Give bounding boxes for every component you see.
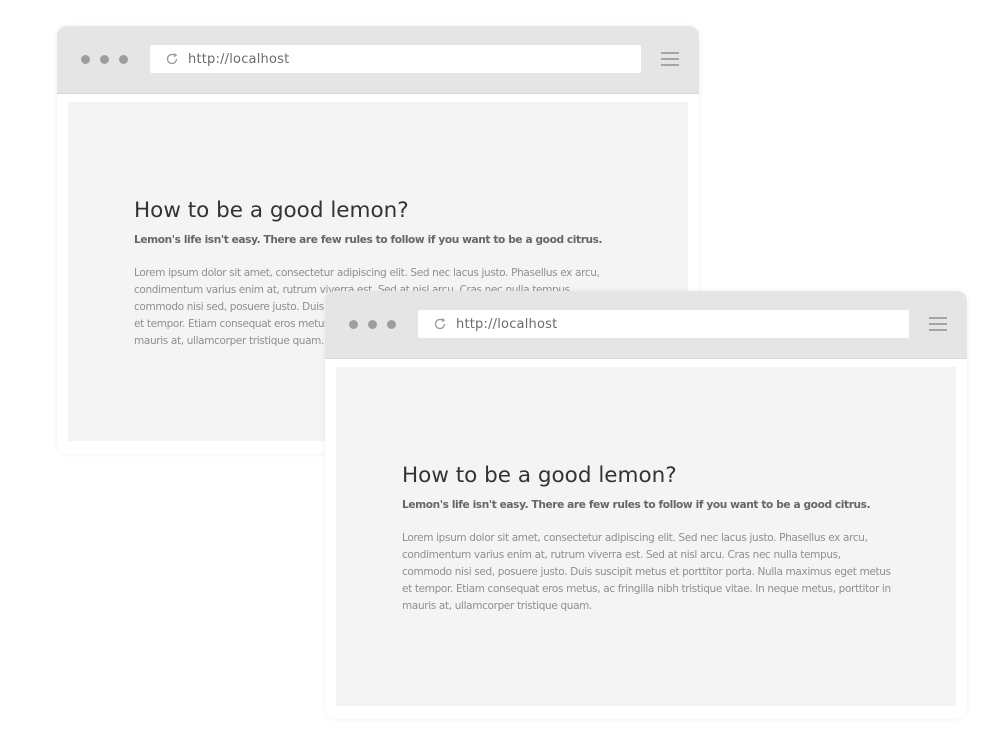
window-dot-icon[interactable] bbox=[81, 55, 90, 64]
browser-titlebar: http://localhost bbox=[325, 291, 967, 359]
article-subtitle: Lemon's life isn't easy. There are few r… bbox=[134, 234, 603, 246]
address-bar[interactable]: http://localhost bbox=[150, 45, 641, 73]
article-body: Lorem ipsum dolor sit amet, consectetur … bbox=[402, 532, 891, 612]
window-controls-icon[interactable] bbox=[81, 55, 128, 64]
page-viewport: How to be a good lemon? Lemon's life isn… bbox=[336, 367, 956, 706]
address-bar[interactable]: http://localhost bbox=[418, 310, 909, 338]
address-url[interactable]: http://localhost bbox=[456, 317, 557, 332]
reload-icon[interactable] bbox=[164, 52, 179, 67]
hamburger-menu-icon[interactable] bbox=[661, 52, 679, 66]
window-dot-icon[interactable] bbox=[387, 320, 396, 329]
window-dot-icon[interactable] bbox=[100, 55, 109, 64]
address-url[interactable]: http://localhost bbox=[188, 52, 289, 67]
window-dot-icon[interactable] bbox=[368, 320, 377, 329]
browser-titlebar: http://localhost bbox=[57, 26, 699, 94]
window-dot-icon[interactable] bbox=[119, 55, 128, 64]
article: How to be a good lemon? Lemon's life isn… bbox=[402, 463, 892, 615]
browser-window-front: http://localhost How to be a good lemon?… bbox=[325, 291, 967, 719]
window-dot-icon[interactable] bbox=[349, 320, 358, 329]
article-title: How to be a good lemon? bbox=[134, 198, 409, 223]
article-title: How to be a good lemon? bbox=[402, 463, 677, 488]
article-subtitle: Lemon's life isn't easy. There are few r… bbox=[402, 499, 871, 511]
reload-icon[interactable] bbox=[432, 317, 447, 332]
hamburger-menu-icon[interactable] bbox=[929, 317, 947, 331]
window-controls-icon[interactable] bbox=[349, 320, 396, 329]
